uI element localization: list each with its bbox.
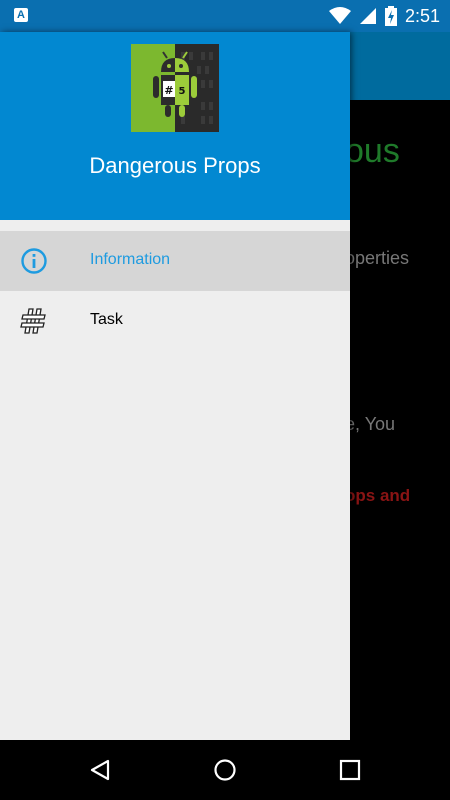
dangerous-props-logo: # 5 — [131, 44, 219, 132]
background-text-line: e, You — [345, 414, 396, 434]
navigation-drawer: # 5 Dangerous Props Information Task — [0, 32, 350, 740]
battery-charging-icon — [384, 6, 397, 26]
navigation-bar — [0, 740, 450, 800]
drawer-menu: Information Task — [0, 231, 350, 351]
menu-item-task[interactable]: Task — [0, 291, 350, 351]
recents-icon[interactable] — [338, 758, 362, 782]
svg-text:#: # — [164, 84, 173, 97]
hash-icon — [20, 308, 46, 334]
home-icon[interactable] — [213, 758, 237, 782]
status-icons: 2:51 — [328, 4, 440, 28]
drawer-header: # 5 Dangerous Props — [0, 32, 350, 220]
background-warning-text: ops and — [345, 486, 411, 505]
menu-item-information[interactable]: Information — [0, 231, 350, 291]
menu-item-label: Task — [90, 311, 123, 328]
wifi-icon — [328, 7, 351, 24]
menu-item-label: Information — [90, 251, 171, 268]
signal-icon — [359, 8, 376, 24]
status-bar: A 2:51 — [0, 0, 450, 32]
android-robot-icon: # 5 — [153, 51, 213, 124]
background-text-line: operties — [345, 248, 410, 268]
clock: 2:51 — [404, 5, 440, 26]
info-icon — [21, 248, 47, 274]
svg-text:5: 5 — [179, 86, 186, 97]
back-icon[interactable] — [88, 758, 112, 782]
app-name: Dangerous Props — [89, 153, 261, 178]
background-title: ous — [345, 132, 400, 170]
accessibility-icon: A — [14, 8, 28, 22]
